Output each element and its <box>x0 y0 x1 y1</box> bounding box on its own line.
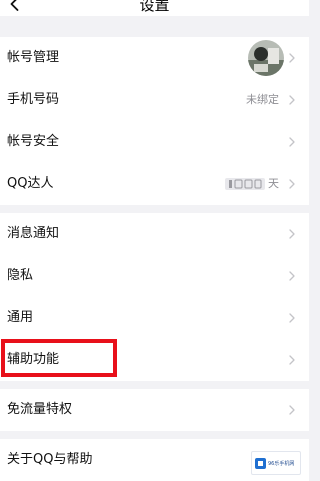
phone-status-value: 未绑定 <box>246 93 279 106</box>
settings-row-phone-number[interactable]: 手机号码 未绑定 <box>0 79 309 121</box>
chevron-right-icon <box>289 405 295 415</box>
chevron-right-icon <box>289 355 295 365</box>
nav-bar: 设置 <box>0 0 309 16</box>
row-label: 消息通知 <box>7 226 60 241</box>
site-logo-icon <box>255 457 266 469</box>
chevron-right-icon <box>289 271 295 281</box>
row-label: 帐号管理 <box>7 50 60 65</box>
watermark-logo: 96乐手机网 <box>251 451 301 475</box>
settings-row-account-security[interactable]: 帐号安全 <box>0 121 309 163</box>
row-label: 免流量特权 <box>7 402 73 417</box>
chevron-right-icon <box>289 53 295 63</box>
data-free-group: 免流量特权 <box>0 389 309 431</box>
account-group: 帐号管理 手机号码 未绑定 帐号安全 QQ达人 天 <box>0 37 309 205</box>
settings-row-general[interactable]: 通用 <box>0 297 309 339</box>
qq-expert-days-value: 天 <box>268 177 279 190</box>
settings-row-account-management[interactable]: 帐号管理 <box>0 37 309 79</box>
row-label: 手机号码 <box>7 92 60 107</box>
avatar <box>248 40 284 76</box>
chevron-right-icon <box>289 313 295 323</box>
watermark-text: 96乐手机网 <box>268 460 295 467</box>
row-label: 帐号安全 <box>7 134 60 149</box>
chevron-right-icon <box>289 179 295 189</box>
row-label: 关于QQ与帮助 <box>7 452 93 467</box>
qq-expert-days-icon <box>225 178 265 190</box>
settings-row-privacy[interactable]: 隐私 <box>0 255 309 297</box>
settings-row-qq-expert[interactable]: QQ达人 天 <box>0 163 309 205</box>
chevron-right-icon <box>289 229 295 239</box>
row-label: 通用 <box>7 310 34 325</box>
row-label: QQ达人 <box>7 176 54 191</box>
settings-row-free-data[interactable]: 免流量特权 <box>0 389 309 431</box>
chevron-right-icon <box>289 95 295 105</box>
settings-row-notifications[interactable]: 消息通知 <box>0 213 309 255</box>
row-label: 隐私 <box>7 268 34 283</box>
highlight-box <box>1 339 117 377</box>
page-title: 设置 <box>139 0 170 14</box>
chevron-right-icon <box>289 137 295 147</box>
